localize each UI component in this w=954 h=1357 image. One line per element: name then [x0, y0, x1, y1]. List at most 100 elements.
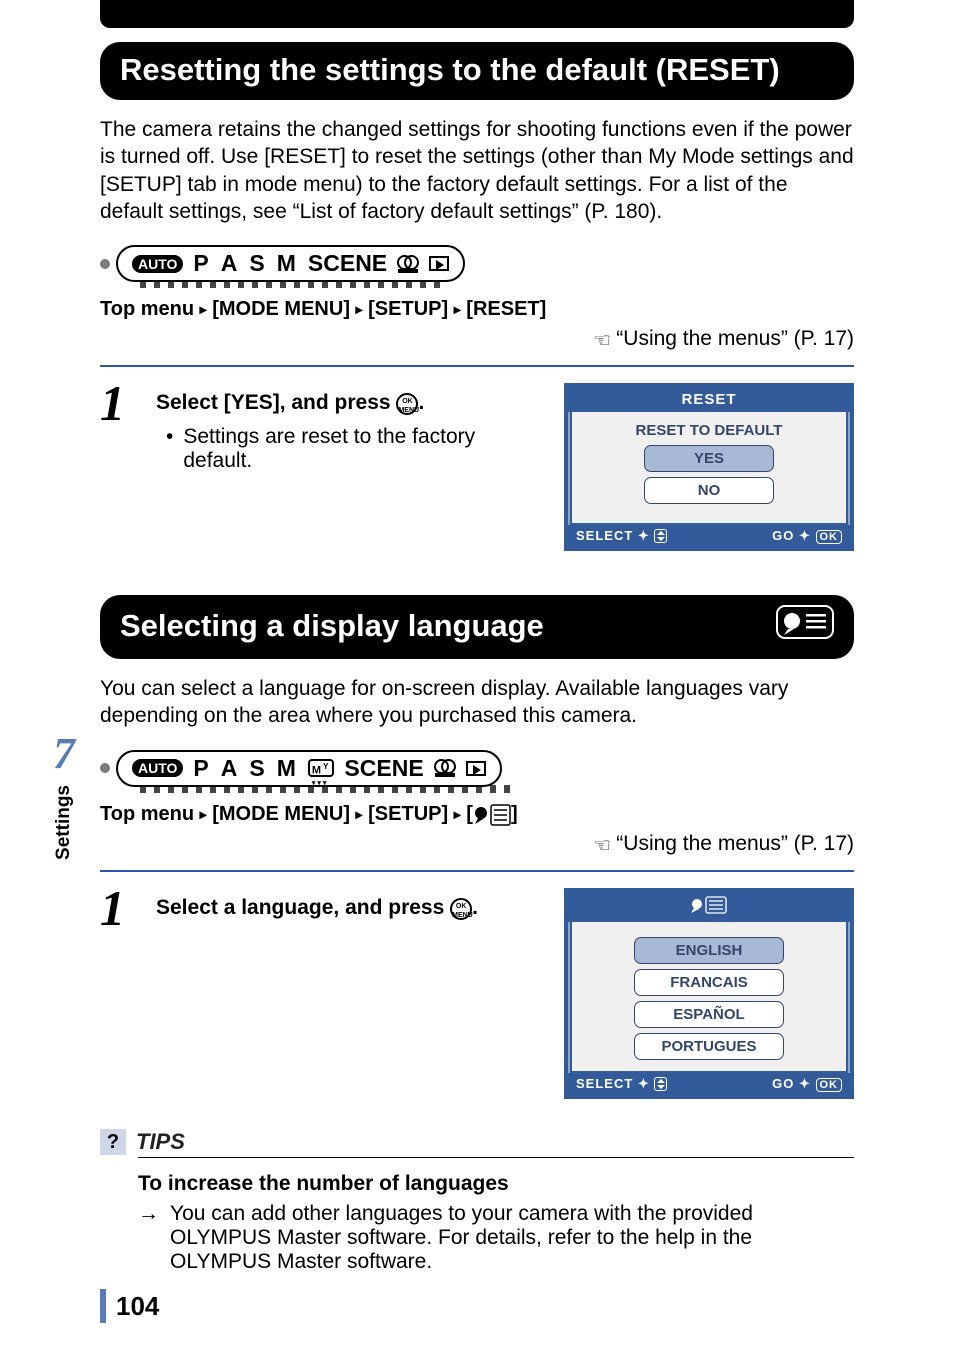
footer-select: SELECT ✦ — [576, 1076, 667, 1092]
section2-mode-row: AUTO P A S M MY▾▾▾ SCENE — [100, 750, 854, 787]
section1-heading-text: Resetting the settings to the default (R… — [120, 52, 780, 88]
path-bracket-open: [ — [466, 803, 473, 825]
tips-bold: To increase the number of languages — [138, 1172, 854, 1196]
path-arrow-icon: ▸ — [454, 806, 461, 822]
ok-box-icon: OK — [816, 530, 843, 544]
mode-dot-icon — [100, 259, 110, 269]
section1-menu-path: Top menu ▸ [MODE MENU] ▸ [SETUP] ▸ [RESE… — [100, 298, 854, 321]
section2-intro: You can select a language for on-screen … — [100, 675, 854, 730]
diamond-arrow-icon: ✦ — [799, 528, 811, 543]
footer-select: SELECT ✦ — [576, 528, 667, 544]
page-footer: 104 — [100, 1289, 159, 1323]
mode-scene: SCENE — [308, 250, 387, 277]
mode-p: P — [193, 250, 210, 277]
page-number: 104 — [116, 1291, 159, 1322]
mode-s: S — [249, 250, 266, 277]
step1-title: Select [YES], and press OKMENU. — [156, 391, 544, 415]
step1-bullet: • Settings are reset to the factory defa… — [166, 425, 544, 473]
step1-title-b: . — [418, 391, 424, 414]
reset-screen: RESET RESET TO DEFAULT YES NO SELECT ✦ G… — [564, 383, 854, 551]
movie-mode-icon — [397, 255, 419, 273]
footer-bar-icon — [100, 1289, 106, 1323]
footer-select-text: SELECT — [576, 1076, 633, 1091]
diamond-arrow-icon: ✦ — [638, 1076, 650, 1091]
section1-intro: The camera retains the changed settings … — [100, 116, 854, 225]
side-tab: 7 Settings — [40, 728, 88, 860]
language-screen-title-icon — [690, 896, 728, 914]
right-arrow-icon: → — [138, 1202, 162, 1274]
language-screen-footer: SELECT ✦ GO ✦ OK — [568, 1073, 850, 1095]
path-arrow-icon: ▸ — [356, 806, 363, 822]
mode-pill: AUTO P A S M SCENE — [116, 245, 465, 282]
lang-espanol-button[interactable]: ESPAÑOL — [634, 1001, 784, 1028]
mode-scene: SCENE — [344, 755, 423, 782]
section1-ref-text: “Using the menus” (P. 17) — [616, 327, 854, 350]
reset-screen-footer: SELECT ✦ GO ✦ OK — [568, 525, 850, 547]
bullet-dot: • — [166, 425, 173, 473]
mode-auto-icon: AUTO — [132, 759, 183, 777]
path-arrow-icon: ▸ — [200, 806, 207, 822]
reset-screen-title: RESET — [568, 387, 850, 412]
chapter-number: 7 — [40, 728, 88, 779]
path-arrow-icon: ▸ — [356, 301, 363, 317]
playback-mode-icon — [429, 256, 449, 271]
section1-heading: Resetting the settings to the default (R… — [100, 42, 854, 100]
top-black-bar — [100, 0, 854, 28]
language-menu-item-icon — [473, 804, 511, 826]
language-screen: ENGLISH FRANCAIS ESPAÑOL PORTUGUES SELEC… — [564, 888, 854, 1099]
my-mode-icon: MY▾▾▾ — [308, 759, 335, 777]
path-topmenu: Top menu — [100, 298, 194, 320]
tips-label: TIPS — [136, 1129, 185, 1155]
tips-body: To increase the number of languages → Yo… — [138, 1172, 854, 1274]
section2-heading-text: Selecting a display language — [120, 608, 544, 644]
step-number: 1 — [100, 383, 140, 423]
pointing-hand-icon: ☞ — [593, 833, 611, 858]
ok-menu-button-icon: OKMENU — [396, 393, 418, 415]
ok-box-icon: OK — [816, 1078, 843, 1092]
tips-header: ? TIPS — [100, 1129, 854, 1155]
updown-nav-icon — [654, 1077, 667, 1091]
mode-a: A — [221, 250, 240, 277]
playback-mode-icon — [466, 761, 486, 776]
mode-s: S — [249, 755, 266, 782]
reset-yes-button[interactable]: YES — [644, 445, 774, 472]
path-language: [] — [466, 803, 517, 825]
language-screen-title — [568, 892, 850, 922]
language-heading-icon — [776, 605, 834, 647]
section2-heading: Selecting a display language — [100, 595, 854, 659]
tips-text: You can add other languages to your came… — [170, 1202, 854, 1274]
section2-ref: ☞ “Using the menus” (P. 17) — [100, 832, 854, 858]
footer-go: GO ✦ OK — [772, 1076, 842, 1092]
reset-no-button[interactable]: NO — [644, 477, 774, 504]
step2-title: Select a language, and press OKMENU. — [156, 896, 544, 920]
diamond-arrow-icon: ✦ — [638, 528, 650, 543]
path-modemenu: [MODE MENU] — [212, 298, 350, 320]
step-body: Select a language, and press OKMENU. — [156, 888, 544, 920]
tips-divider — [138, 1157, 854, 1158]
footer-select-text: SELECT — [576, 528, 633, 543]
path-modemenu: [MODE MENU] — [212, 803, 350, 825]
movie-mode-icon — [434, 759, 456, 777]
mode-m: M — [277, 250, 298, 277]
ok-menu-button-icon: OKMENU — [450, 898, 472, 920]
step2-title-b: . — [472, 896, 478, 919]
section1-mode-row: AUTO P A S M SCENE — [100, 245, 854, 282]
section2-ref-text: “Using the menus” (P. 17) — [616, 832, 854, 855]
mode-a: A — [221, 755, 240, 782]
lang-francais-button[interactable]: FRANCAIS — [634, 969, 784, 996]
step-body: Select [YES], and press OKMENU. • Settin… — [156, 383, 544, 473]
footer-go-text: GO — [772, 528, 794, 543]
step2-title-a: Select a language, and press — [156, 896, 450, 919]
divider — [100, 365, 854, 367]
mode-m: M — [277, 755, 298, 782]
reset-screen-subtitle: RESET TO DEFAULT — [596, 422, 822, 439]
footer-go: GO ✦ OK — [772, 528, 842, 544]
step-number: 1 — [100, 888, 140, 928]
path-arrow-icon: ▸ — [200, 301, 207, 317]
lang-portugues-button[interactable]: PORTUGUES — [634, 1033, 784, 1060]
pointing-hand-icon: ☞ — [593, 328, 611, 353]
lang-english-button[interactable]: ENGLISH — [634, 937, 784, 964]
mode-auto-icon: AUTO — [132, 255, 183, 273]
section1-ref: ☞ “Using the menus” (P. 17) — [100, 327, 854, 353]
path-arrow-icon: ▸ — [454, 301, 461, 317]
